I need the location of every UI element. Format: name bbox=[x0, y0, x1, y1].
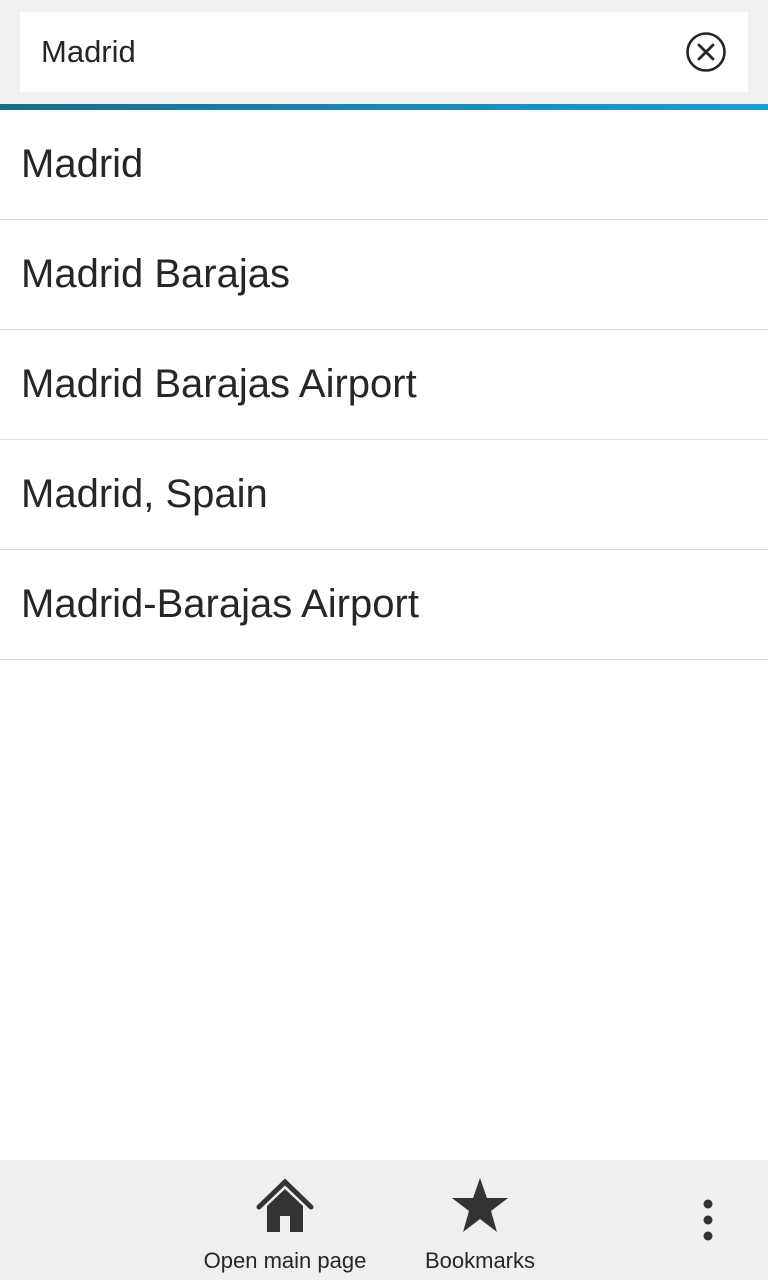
suggestion-list: Madrid Madrid Barajas Madrid Barajas Air… bbox=[0, 110, 768, 660]
search-bar bbox=[0, 0, 768, 104]
bookmarks-button[interactable]: Bookmarks bbox=[400, 1160, 560, 1280]
bookmarks-label: Bookmarks bbox=[424, 1248, 536, 1273]
suggestion-label: Madrid Barajas Airport bbox=[21, 362, 417, 406]
search-box bbox=[20, 12, 748, 92]
clear-search-button[interactable] bbox=[682, 28, 730, 76]
open-main-page-label: Open main page bbox=[203, 1248, 367, 1273]
suggestion-label: Madrid, Spain bbox=[21, 472, 268, 516]
suggestion-label: Madrid Barajas bbox=[21, 252, 291, 296]
suggestion-item[interactable]: Madrid bbox=[0, 110, 768, 220]
suggestion-item[interactable]: Madrid, Spain bbox=[0, 440, 768, 550]
suggestion-label: Madrid bbox=[21, 142, 144, 186]
vertical-ellipsis-icon bbox=[703, 1199, 713, 1241]
close-circle-icon bbox=[686, 32, 726, 72]
action-bar: Open main page Bookmarks bbox=[0, 1160, 768, 1280]
search-screen: Madrid Madrid Barajas Madrid Barajas Air… bbox=[0, 0, 768, 1280]
suggestion-item[interactable]: Madrid Barajas Airport bbox=[0, 330, 768, 440]
star-icon bbox=[452, 1178, 508, 1232]
suggestion-label: Madrid-Barajas Airport bbox=[21, 582, 419, 626]
suggestion-item[interactable]: Madrid Barajas bbox=[0, 220, 768, 330]
overflow-menu-button[interactable] bbox=[678, 1190, 738, 1250]
search-input[interactable] bbox=[20, 12, 670, 92]
open-main-page-button[interactable]: Open main page bbox=[190, 1160, 380, 1280]
suggestion-item[interactable]: Madrid-Barajas Airport bbox=[0, 550, 768, 660]
home-icon bbox=[256, 1178, 314, 1232]
